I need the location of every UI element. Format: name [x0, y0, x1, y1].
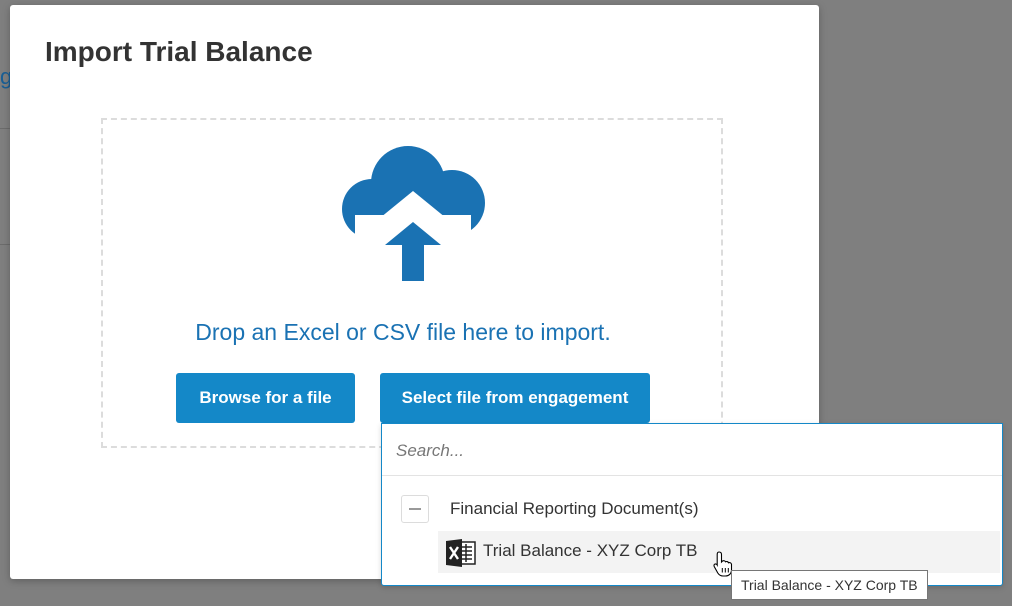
file-tooltip: Trial Balance - XYZ Corp TB: [731, 570, 928, 600]
background-divider: [0, 244, 10, 245]
select-from-engagement-button[interactable]: Select file from engagement: [380, 373, 650, 423]
engagement-file-dropdown: Financial Reporting Document(s) Trial Ba…: [381, 423, 1003, 586]
dialog-title: Import Trial Balance: [45, 36, 313, 67]
drop-instructions: Drop an Excel or CSV file here to import…: [195, 319, 611, 345]
hand-pointer-icon: [713, 551, 733, 577]
group-label: Financial Reporting Document(s): [450, 499, 699, 518]
search-box: [382, 424, 1002, 476]
background-divider: [0, 128, 10, 129]
collapse-group-button[interactable]: [401, 495, 429, 523]
file-name: Trial Balance - XYZ Corp TB: [483, 541, 698, 560]
cloud-upload-icon: [342, 146, 485, 281]
excel-file-icon: [446, 539, 476, 567]
browse-file-button[interactable]: Browse for a file: [176, 373, 355, 423]
search-input[interactable]: [394, 438, 958, 464]
minus-icon: [409, 508, 421, 510]
background-partial-text: g: [0, 64, 10, 89]
